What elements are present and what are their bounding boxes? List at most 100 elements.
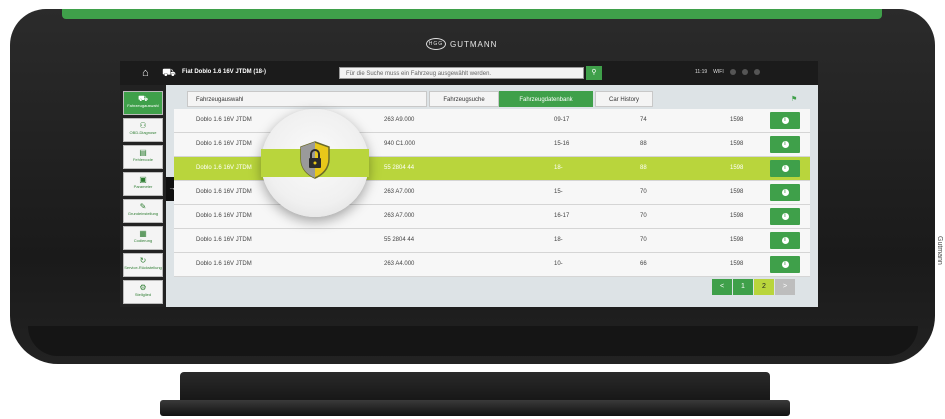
engine-code: 940 C1.000 (384, 141, 416, 147)
info-button[interactable]: i (770, 184, 800, 201)
selected-vehicle: Fiat Doblo 1.6 16V JTDM (18-) (182, 69, 267, 75)
sidebar-item-vehicle-selection[interactable]: ⛟ Fahrzeugauswahl (123, 91, 163, 115)
brand-emblem-icon: HGG (426, 38, 446, 50)
engine-code: 263 A4.000 (384, 261, 415, 267)
page-1-button[interactable]: 1 (733, 279, 753, 295)
engine-code: 55 2804 44 (384, 237, 415, 243)
coding-icon: ▦ (139, 229, 147, 238)
code-icon: ▤ (139, 148, 147, 157)
clock: 11:19 (695, 69, 708, 75)
info-icon: i (781, 213, 789, 220)
table-row[interactable]: Doblo 1.6 16V JTDM 263 A9.000 09-17 74 1… (174, 109, 810, 133)
power-kw: 66 (640, 261, 647, 267)
info-button[interactable]: i (770, 112, 800, 129)
table-row[interactable]: Doblo 1.6 16V JTDM 263 A7.000 16-17 70 1… (174, 205, 810, 229)
page-2-button[interactable]: 2 (754, 279, 774, 295)
info-icon: i (781, 189, 789, 196)
info-icon: i (781, 117, 789, 124)
power-kw: 74 (640, 117, 647, 123)
info-button[interactable]: i (770, 232, 800, 249)
tab-bar: Fahrzeugauswahl Fahrzeugsuche Fahrzeugda… (187, 91, 807, 107)
info-button[interactable]: i (770, 160, 800, 177)
build-years: 16-17 (554, 213, 570, 219)
security-magnifier (261, 109, 369, 217)
prev-page-button[interactable]: < (712, 279, 732, 295)
info-button[interactable]: i (770, 256, 800, 273)
status-area: 11:19 WIFI (695, 69, 760, 75)
service-icon: ↻ (139, 256, 147, 265)
sidebar-item-label: Service-Rückstellung (124, 265, 162, 270)
vehicle-name: Doblo 1.6 16V JTDM (196, 141, 252, 147)
build-years: 18- (554, 165, 563, 171)
tablet-chin (28, 326, 918, 356)
engine-code: 263 A9.000 (384, 117, 415, 123)
build-years: 18- (554, 237, 563, 243)
tab-car-history[interactable]: Car History (595, 91, 653, 107)
shield-lock-icon (300, 141, 330, 179)
pagination: < 1 2 > (712, 279, 795, 295)
displacement: 1598 (730, 261, 744, 267)
power-kw: 88 (640, 141, 647, 147)
next-page-button[interactable]: > (775, 279, 795, 295)
home-icon[interactable]: ⌂ (142, 67, 149, 79)
vehicle-selection-field[interactable]: Fahrzeugauswahl (187, 91, 427, 107)
sidebar-item-label: Codierung (133, 238, 153, 243)
displacement: 1598 (730, 165, 744, 171)
search-icon: ⚲ (591, 69, 597, 76)
displacement: 1598 (730, 117, 744, 123)
sidebar-item-coding[interactable]: ▦ Codierung (123, 226, 163, 250)
parameter-icon: ▣ (139, 175, 147, 184)
actuator-icon: ⚙ (139, 283, 147, 292)
tab-vehicle-search[interactable]: Fahrzeugsuche (429, 91, 499, 107)
brand-logo: HGG GUTMANN (426, 38, 497, 50)
top-bar: ⌂ ⛟ Fiat Doblo 1.6 16V JTDM (18-) Für di… (120, 61, 818, 85)
search-button[interactable]: ⚲ (586, 66, 602, 80)
info-icon: i (781, 141, 789, 148)
sidebar-item-actuator[interactable]: ⚙ Stellglied (123, 280, 163, 304)
sidebar-item-fault-codes[interactable]: ▤ Fehlercode (123, 145, 163, 169)
info-button[interactable]: i (770, 208, 800, 225)
info-icon: i (781, 237, 789, 244)
settings-icon[interactable] (741, 69, 748, 75)
vehicle-name: Doblo 1.6 16V JTDM (196, 165, 252, 171)
car-icon[interactable]: ⛟ (162, 67, 176, 81)
wrench-icon: ✎ (139, 202, 147, 211)
sidebar-item-label: Fehlercode (132, 157, 153, 162)
bezel-accent-strip (62, 9, 882, 19)
info-icon: i (781, 261, 789, 268)
side-caption: Gutmann (936, 236, 943, 265)
displacement: 1598 (730, 213, 744, 219)
engine-code: 263 A7.000 (384, 189, 415, 195)
sidebar: ⛟ Fahrzeugauswahl ⚇ OBD-Diagnose ▤ Fehle… (120, 85, 166, 307)
obd-icon: ⚇ (139, 121, 147, 130)
power-kw: 70 (640, 213, 647, 219)
battery-icon (729, 69, 736, 75)
build-years: 10- (554, 261, 563, 267)
tab-vehicle-database[interactable]: Fahrzeugdatenbank (499, 91, 593, 107)
vehicle-name: Doblo 1.6 16V JTDM (196, 189, 252, 195)
build-years: 09-17 (554, 117, 570, 123)
sidebar-item-label: OBD-Diagnose (129, 130, 157, 135)
table-row[interactable]: Doblo 1.6 16V JTDM 263 A4.000 10- 66 159… (174, 253, 810, 277)
table-row[interactable]: Doblo 1.6 16V JTDM 55 2804 44 18- 70 159… (174, 229, 810, 253)
flag-icon[interactable]: ⚑ (791, 95, 797, 103)
vehicle-name: Doblo 1.6 16V JTDM (196, 237, 252, 243)
sidebar-item-parameters[interactable]: ▣ Parameter (123, 172, 163, 196)
info-button[interactable]: i (770, 136, 800, 153)
engine-code: 263 A7.000 (384, 213, 415, 219)
tablet-stand-base (160, 400, 790, 416)
vehicle-name: Doblo 1.6 16V JTDM (196, 261, 252, 267)
sidebar-item-label: Parameter (133, 184, 153, 189)
engine-code: 55 2804 44 (384, 165, 415, 171)
menu-icon[interactable] (753, 69, 760, 75)
build-years: 15-16 (554, 141, 570, 147)
info-icon: i (781, 165, 789, 172)
sidebar-item-basic-settings[interactable]: ✎ Grundeinstellung (123, 199, 163, 223)
vehicle-name: Doblo 1.6 16V JTDM (196, 117, 252, 123)
car-icon: ⛟ (137, 94, 149, 103)
sidebar-item-service-reset[interactable]: ↻ Service-Rückstellung (123, 253, 163, 277)
power-kw: 88 (640, 165, 647, 171)
sidebar-item-label: Fahrzeugauswahl (127, 103, 159, 108)
search-input[interactable]: Für die Suche muss ein Fahrzeug ausgewäh… (339, 67, 584, 79)
sidebar-item-obd[interactable]: ⚇ OBD-Diagnose (123, 118, 163, 142)
